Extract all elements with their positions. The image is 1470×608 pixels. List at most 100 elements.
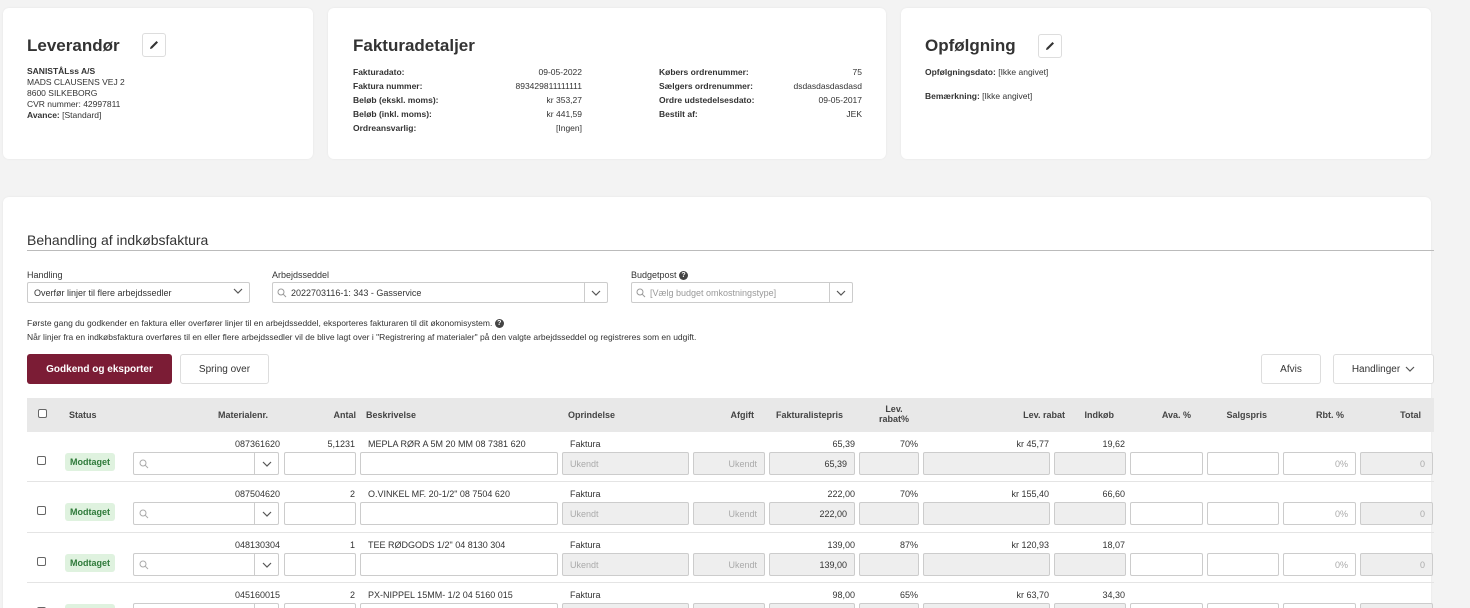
status-badge: Modtaget xyxy=(65,554,115,572)
row-checkbox[interactable] xyxy=(37,506,46,515)
chevron-down-icon[interactable] xyxy=(829,283,852,302)
supplier-discount-pct-input[interactable] xyxy=(859,553,919,576)
sale-price-input[interactable] xyxy=(1207,502,1279,525)
discount-pct-input[interactable]: 0% xyxy=(1283,502,1356,525)
origin-input[interactable]: Ukendt xyxy=(562,553,689,576)
chevron-down-icon[interactable] xyxy=(584,283,607,302)
description-input[interactable] xyxy=(360,452,558,475)
purchase-input[interactable] xyxy=(1054,502,1126,525)
total-input[interactable]: 0 xyxy=(1360,553,1433,576)
pencil-icon xyxy=(1046,42,1054,50)
invoice-row: Beløb (ekskl. moms): kr 353,27 xyxy=(353,95,582,105)
sale-price-input[interactable] xyxy=(1207,553,1279,576)
description-input[interactable] xyxy=(360,603,558,608)
discount-pct-input[interactable]: 0% xyxy=(1283,553,1356,576)
supplier-discount-pct-input[interactable] xyxy=(859,603,919,608)
avance-pct-input[interactable] xyxy=(1130,603,1203,608)
title-divider xyxy=(27,250,1434,251)
edit-followup-button[interactable] xyxy=(1038,34,1062,58)
chevron-down-icon[interactable] xyxy=(254,604,278,608)
skip-button[interactable]: Spring over xyxy=(180,354,269,384)
actions-dropdown-button[interactable]: Handlinger xyxy=(1333,354,1434,384)
purchase-input[interactable] xyxy=(1054,452,1126,475)
sale-price-input[interactable] xyxy=(1207,603,1279,608)
total-input[interactable]: 0 xyxy=(1360,452,1433,475)
purchase-price: 19,62 xyxy=(1102,439,1125,449)
row-divider xyxy=(27,582,1434,583)
edit-supplier-button[interactable] xyxy=(142,33,166,57)
invoice-row: Ordreansvarlig: [Ingen] xyxy=(353,123,582,133)
list-price-input[interactable]: 222,00 xyxy=(769,502,855,525)
supplier-title: Leverandør xyxy=(27,36,120,55)
avance-pct-input[interactable] xyxy=(1130,502,1203,525)
chevron-down-icon xyxy=(233,286,243,298)
discount-pct-input[interactable]: 0% xyxy=(1283,603,1356,608)
quantity-input[interactable] xyxy=(284,452,356,475)
invoice-row: Beløb (inkl. moms): kr 441,59 xyxy=(353,109,582,119)
budget-select[interactable]: [Vælg budget omkostningstype] xyxy=(631,282,853,303)
list-price-input[interactable]: 139,00 xyxy=(769,553,855,576)
fee-input[interactable]: Ukendt xyxy=(693,603,765,608)
supplier-discount: kr 63,70 xyxy=(1016,590,1049,600)
list-price-input[interactable]: 98,00 xyxy=(769,603,855,608)
budget-label: Budgetpost ? xyxy=(631,270,689,281)
list-price-input[interactable]: 65,39 xyxy=(769,452,855,475)
total-input[interactable]: 0 xyxy=(1360,603,1433,608)
supplier-discount-input[interactable] xyxy=(923,553,1050,576)
handling-select[interactable]: Overfør linjer til flere arbejdssedler xyxy=(27,282,250,303)
total-input[interactable]: 0 xyxy=(1360,502,1433,525)
select-all-checkbox[interactable] xyxy=(38,409,47,418)
chevron-down-icon[interactable] xyxy=(254,554,278,575)
supplier-discount-input[interactable] xyxy=(923,452,1050,475)
worksheet-value: 2022703116-1: 343 - Gasservice xyxy=(291,287,422,298)
quantity-input[interactable] xyxy=(284,553,356,576)
origin-input[interactable]: Ukendt xyxy=(562,603,689,608)
search-icon xyxy=(134,459,149,469)
supplier-discount: kr 155,40 xyxy=(1011,489,1049,499)
followup-date: Opfølgningsdato: [Ikke angivet] xyxy=(925,67,1049,77)
search-icon xyxy=(134,509,149,519)
row-checkbox[interactable] xyxy=(37,456,46,465)
help-icon[interactable]: ? xyxy=(679,271,689,281)
description-input[interactable] xyxy=(360,553,558,576)
handling-value: Overfør linjer til flere arbejdssedler xyxy=(34,287,172,298)
worksheet-row-select[interactable] xyxy=(133,603,279,608)
supplier-discount-pct: 87% xyxy=(899,540,918,550)
search-icon xyxy=(632,288,646,298)
followup-note: Bemærkning: [Ikke angivet] xyxy=(925,91,1033,101)
discount-pct-input[interactable]: 0% xyxy=(1283,452,1356,475)
worksheet-row-select[interactable] xyxy=(133,553,279,576)
avance-pct-input[interactable] xyxy=(1130,553,1203,576)
fee-input[interactable]: Ukendt xyxy=(693,502,765,525)
reject-button[interactable]: Afvis xyxy=(1261,354,1321,384)
supplier-discount-pct-input[interactable] xyxy=(859,452,919,475)
chevron-down-icon[interactable] xyxy=(254,503,278,524)
supplier-avance: Avance: [Standard] xyxy=(27,110,102,120)
purchase-input[interactable] xyxy=(1054,603,1126,608)
supplier-discount-pct-input[interactable] xyxy=(859,502,919,525)
quantity-input[interactable] xyxy=(284,603,356,608)
supplier-discount-input[interactable] xyxy=(923,502,1050,525)
sale-price-input[interactable] xyxy=(1207,452,1279,475)
avance-pct-input[interactable] xyxy=(1130,452,1203,475)
purchase-input[interactable] xyxy=(1054,553,1126,576)
worksheet-row-select[interactable] xyxy=(133,452,279,475)
fee-input[interactable]: Ukendt xyxy=(693,452,765,475)
origin-input[interactable]: Ukendt xyxy=(562,452,689,475)
help-icon[interactable]: ? xyxy=(494,319,504,329)
origin-input[interactable]: Ukendt xyxy=(562,502,689,525)
description: O.VINKEL MF. 20-1/2" 08 7504 620 xyxy=(368,489,510,499)
approve-export-button[interactable]: Godkend og eksporter xyxy=(27,354,172,384)
origin: Faktura xyxy=(570,540,601,550)
worksheet-select[interactable]: 2022703116-1: 343 - Gasservice xyxy=(272,282,608,303)
quantity-input[interactable] xyxy=(284,502,356,525)
fee-input[interactable]: Ukendt xyxy=(693,553,765,576)
description-input[interactable] xyxy=(360,502,558,525)
worksheet-row-select[interactable] xyxy=(133,502,279,525)
list-price: 139,00 xyxy=(827,540,855,550)
row-checkbox[interactable] xyxy=(37,557,46,566)
supplier-address2: 8600 SILKEBORG xyxy=(27,88,98,98)
chevron-down-icon[interactable] xyxy=(254,453,278,474)
supplier-discount-input[interactable] xyxy=(923,603,1050,608)
description: MEPLA RØR A 5M 20 MM 08 7381 620 xyxy=(368,439,526,449)
